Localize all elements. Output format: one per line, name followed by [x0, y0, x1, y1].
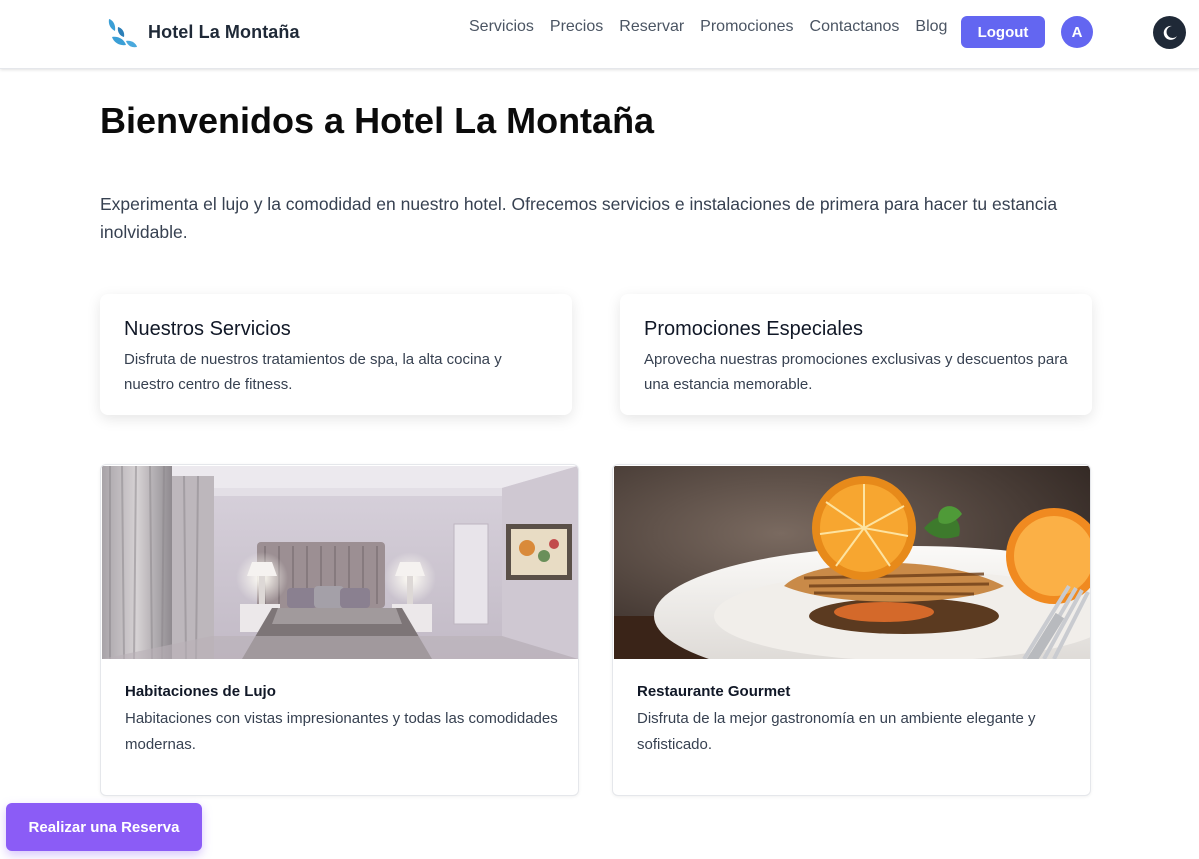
info-card-text: Aprovecha nuestras promociones exclusiva…	[644, 351, 1068, 393]
moon-icon	[1163, 25, 1177, 40]
page-title: Bienvenidos a Hotel La Montaña	[100, 100, 655, 141]
feature-card-restaurant[interactable]: Restaurante Gourmet Disfruta de la mejor…	[612, 464, 1091, 796]
info-card-services: Nuestros Servicios Disfruta de nuestros …	[100, 294, 572, 415]
make-reservation-button[interactable]: Realizar una Reserva	[6, 803, 202, 851]
nav-link-reservar[interactable]: Reservar	[619, 18, 684, 36]
feature-card-text: Disfruta de la mejor gastronomía en un a…	[637, 710, 1036, 753]
info-card-title: Nuestros Servicios	[124, 318, 291, 340]
droplets-logo-icon	[108, 19, 137, 48]
info-card-promotions: Promociones Especiales Aprovecha nuestra…	[620, 294, 1092, 415]
hotel-bedroom-photo	[102, 466, 578, 659]
info-card-text: Disfruta de nuestros tratamientos de spa…	[124, 351, 502, 393]
feature-card-body: Habitaciones de Lujo Habitaciones con vi…	[125, 683, 565, 758]
feature-card-title: Restaurante Gourmet	[637, 683, 791, 700]
top-navbar: Hotel La Montaña Servicios Precios Reser…	[0, 0, 1199, 69]
avatar[interactable]: A	[1061, 16, 1093, 48]
info-card-title: Promociones Especiales	[644, 318, 863, 340]
nav-link-precios[interactable]: Precios	[550, 18, 603, 36]
nav-link-servicios[interactable]: Servicios	[469, 18, 534, 36]
feature-card-title: Habitaciones de Lujo	[125, 683, 276, 700]
gourmet-dish-photo	[614, 466, 1090, 659]
dark-mode-toggle[interactable]	[1153, 16, 1186, 49]
logout-button[interactable]: Logout	[961, 16, 1045, 48]
intro-text: Experimenta el lujo y la comodidad en nu…	[100, 194, 1058, 242]
brand[interactable]: Hotel La Montaña	[106, 14, 300, 50]
main-nav: Servicios Precios Reservar Promociones C…	[469, 18, 947, 36]
feature-card-body: Restaurante Gourmet Disfruta de la mejor…	[637, 683, 1077, 758]
nav-link-contactanos[interactable]: Contactanos	[810, 18, 900, 36]
feature-card-text: Habitaciones con vistas impresionantes y…	[125, 710, 558, 753]
feature-card-rooms[interactable]: Habitaciones de Lujo Habitaciones con vi…	[100, 464, 579, 796]
nav-link-promociones[interactable]: Promociones	[700, 18, 793, 36]
brand-name: Hotel La Montaña	[148, 21, 300, 42]
nav-link-blog[interactable]: Blog	[915, 18, 947, 36]
